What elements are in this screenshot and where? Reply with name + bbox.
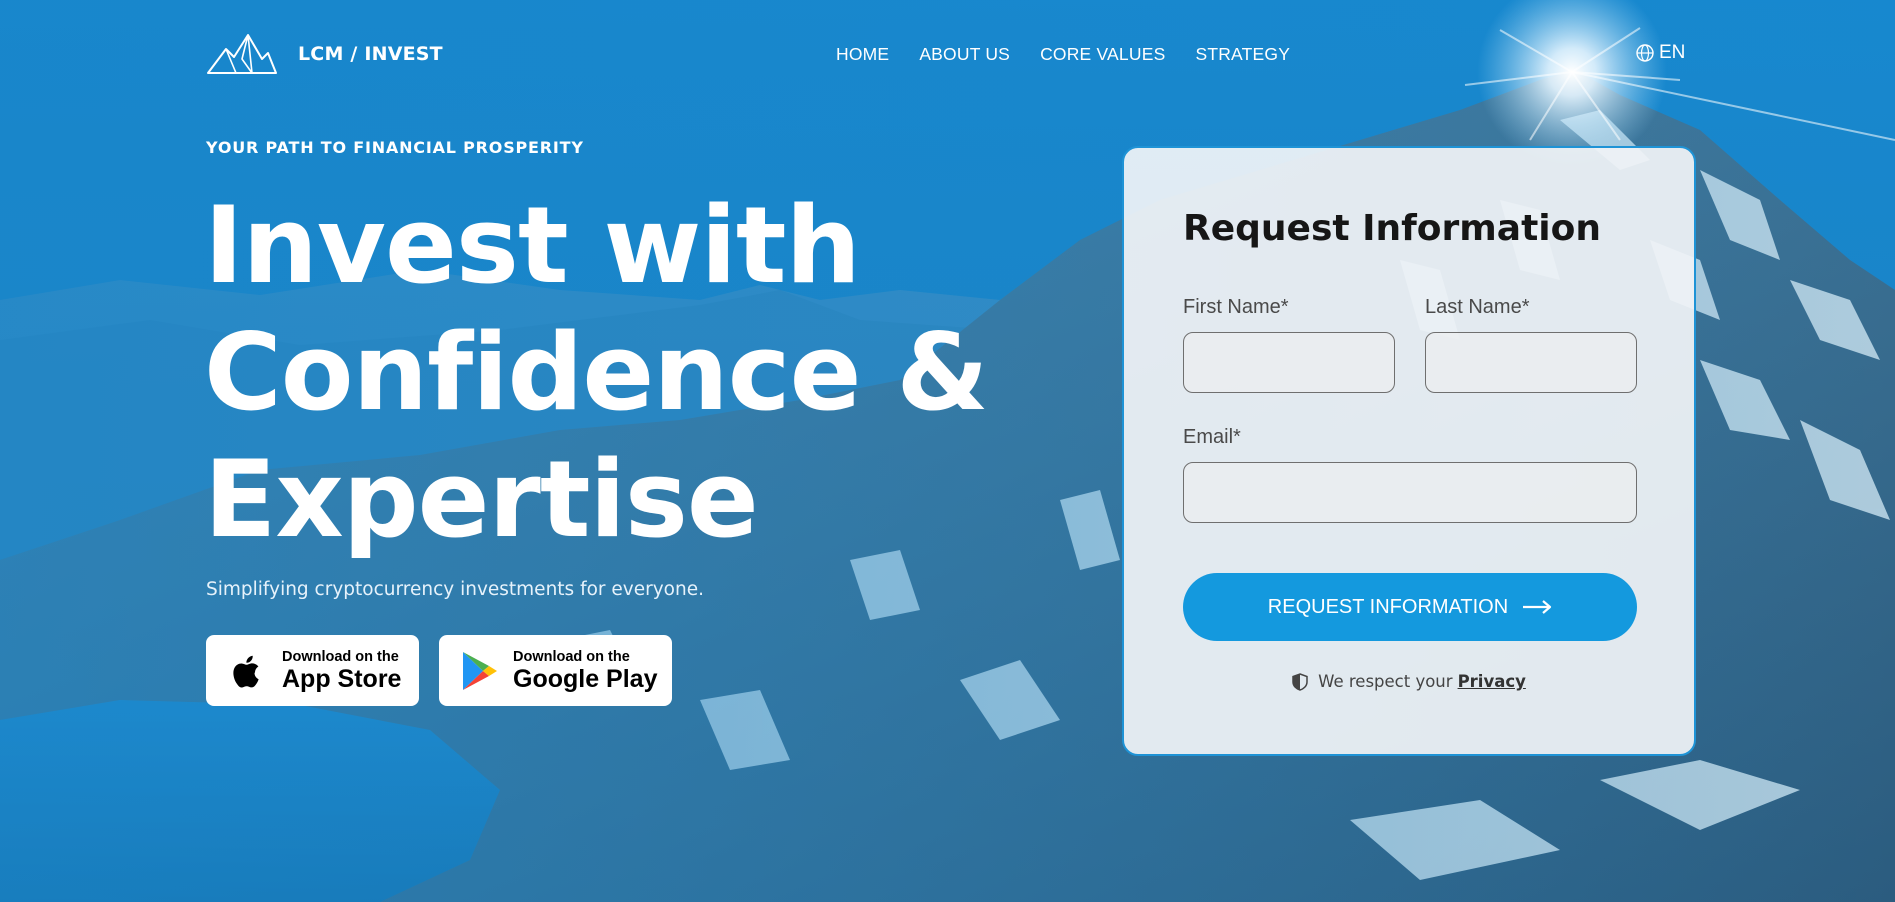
language-selector[interactable]: EN: [1636, 42, 1685, 64]
arrow-right-icon: [1523, 600, 1552, 614]
form-title: Request Information: [1183, 208, 1602, 249]
headline-line-2: Confidence &: [204, 311, 989, 434]
app-store-big-text: App Store: [282, 664, 402, 693]
google-play-icon: [463, 651, 497, 690]
privacy-link[interactable]: Privacy: [1458, 672, 1526, 691]
shield-icon: [1292, 672, 1308, 691]
nav-strategy[interactable]: STRATEGY: [1195, 44, 1290, 65]
app-store-small-text: Download on the: [282, 648, 399, 665]
request-information-button[interactable]: REQUEST INFORMATION: [1183, 573, 1637, 641]
headline-line-1: Invest with: [204, 184, 861, 307]
privacy-text: We respect your: [1318, 672, 1453, 691]
apple-icon: [233, 655, 259, 688]
site-header: LCM / INVEST HOME ABOUT US CORE VALUES S…: [206, 30, 1686, 78]
nav-about-us[interactable]: ABOUT US: [919, 44, 1010, 65]
main-nav: HOME ABOUT US CORE VALUES STRATEGY: [836, 44, 1320, 65]
first-name-field[interactable]: [1183, 332, 1395, 393]
hero-tagline: YOUR PATH TO FINANCIAL PROSPERITY: [206, 138, 584, 157]
submit-label: REQUEST INFORMATION: [1267, 595, 1509, 618]
app-store-button[interactable]: Download on the App Store: [206, 635, 419, 706]
google-play-button[interactable]: Download on the Google Play: [439, 635, 672, 706]
nav-home[interactable]: HOME: [836, 44, 889, 65]
privacy-note: We respect your Privacy: [1124, 672, 1694, 691]
nav-core-values[interactable]: CORE VALUES: [1040, 44, 1165, 65]
last-name-field[interactable]: [1425, 332, 1637, 393]
first-name-label: First Name*: [1183, 296, 1289, 318]
globe-icon: [1636, 44, 1654, 62]
brand-name: LCM / INVEST: [298, 43, 443, 65]
google-play-big-text: Google Play: [513, 664, 658, 693]
request-info-form: Request Information First Name* Last Nam…: [1122, 146, 1696, 756]
headline-line-3: Expertise: [204, 438, 759, 561]
last-name-label: Last Name*: [1425, 296, 1530, 318]
email-label: Email*: [1183, 426, 1241, 448]
email-field[interactable]: [1183, 462, 1637, 523]
hero-subline: Simplifying cryptocurrency investments f…: [206, 579, 704, 600]
mountain-logo-icon: [207, 34, 277, 74]
google-play-small-text: Download on the: [513, 648, 630, 665]
app-store-buttons: Download on the App Store Download on th…: [206, 635, 692, 706]
brand-logo[interactable]: LCM / INVEST: [206, 33, 443, 75]
hero-headline: Invest with Confidence & Expertise: [204, 182, 1004, 563]
language-label: EN: [1659, 42, 1686, 63]
